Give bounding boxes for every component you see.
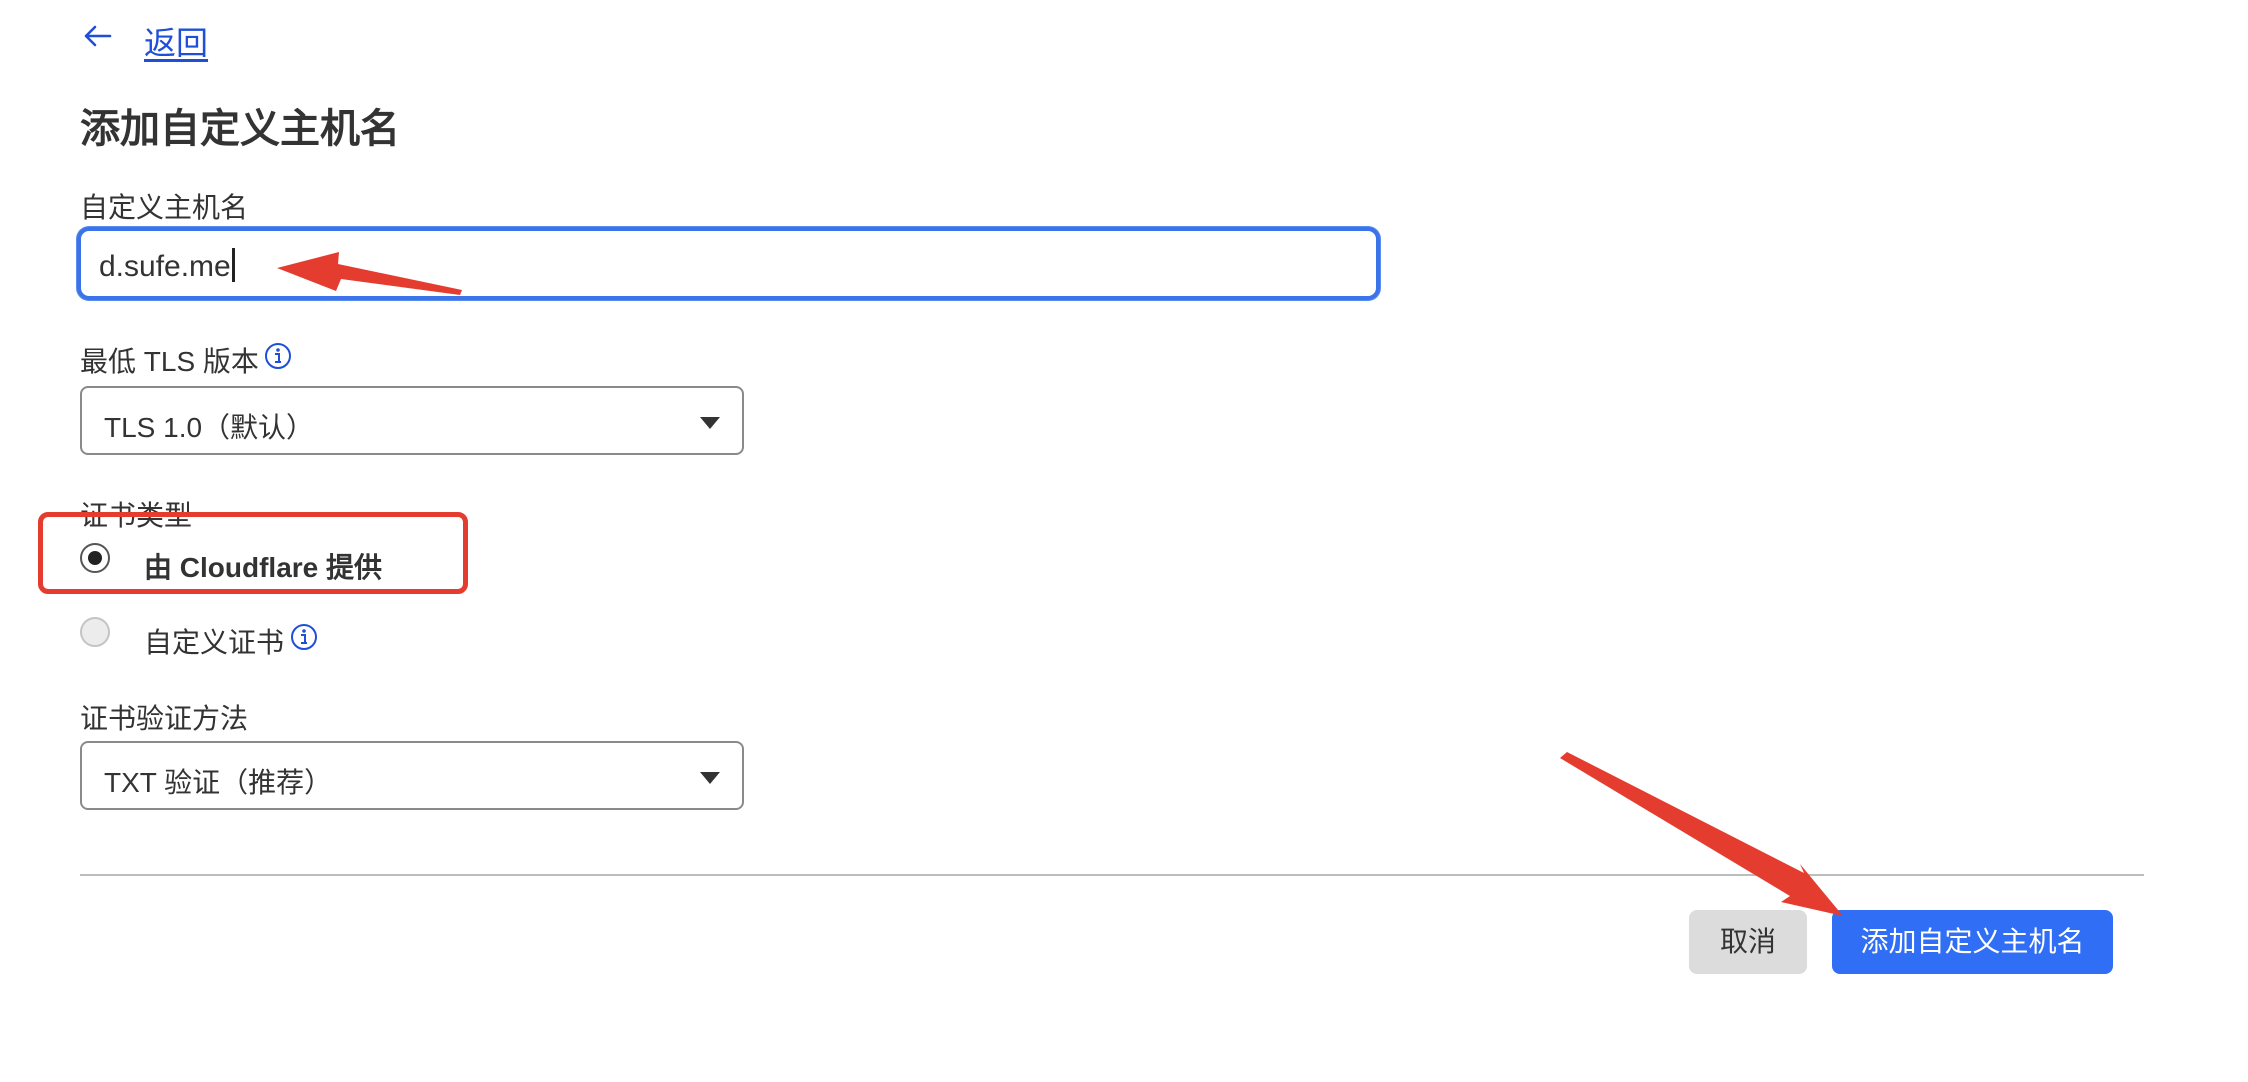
cancel-button[interactable]: 取消 <box>1689 910 1807 974</box>
hostname-input[interactable]: d.sufe.me <box>77 227 1380 300</box>
tls-label: 最低 TLS 版本 <box>80 346 259 377</box>
annotation-arrow-button <box>1560 752 1843 916</box>
back-link[interactable]: 返回 <box>144 18 208 64</box>
chevron-down-icon <box>700 772 720 784</box>
hostname-value: d.sufe.me <box>99 250 231 283</box>
radio-custom-certificate-label[interactable]: 自定义证书 <box>144 621 284 661</box>
annotation-highlight-box <box>38 512 468 594</box>
tls-version-value: TLS 1.0（默认） <box>104 412 315 443</box>
tls-info-icon[interactable] <box>264 342 292 370</box>
page-title: 添加自定义主机名 <box>80 107 400 151</box>
radio-custom-certificate[interactable] <box>80 617 110 647</box>
hostname-label: 自定义主机名 <box>80 192 249 223</box>
validation-method-select[interactable]: TXT 验证（推荐） <box>80 741 744 810</box>
chevron-down-icon <box>700 417 720 429</box>
text-caret <box>231 248 235 282</box>
tls-version-select[interactable]: TLS 1.0（默认） <box>80 386 744 455</box>
back-arrow-icon[interactable] <box>80 18 116 54</box>
validation-method-label: 证书验证方法 <box>80 703 249 734</box>
validation-method-value: TXT 验证（推荐） <box>104 767 333 798</box>
custom-certificate-info-icon[interactable] <box>290 623 318 651</box>
section-divider <box>80 874 2144 876</box>
add-custom-hostname-button[interactable]: 添加自定义主机名 <box>1832 910 2113 974</box>
